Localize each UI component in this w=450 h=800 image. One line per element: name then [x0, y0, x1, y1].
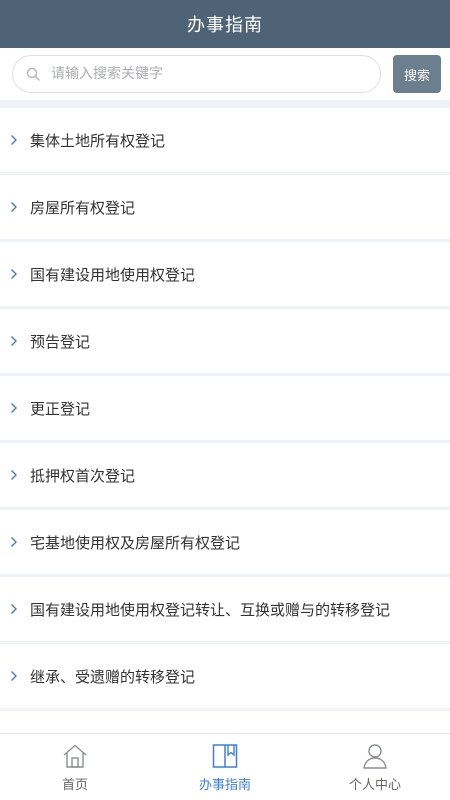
guide-list-item[interactable]: 预告登记 — [0, 309, 450, 373]
guide-item-label: 更正登记 — [30, 399, 91, 418]
tab-home[interactable]: 首页 — [0, 734, 150, 800]
home-icon — [63, 744, 87, 768]
page-title: 办事指南 — [187, 15, 263, 36]
guide-list: 集体土地所有权登记 房屋所有权登记 国有建设用地使用权登记 预告登记 更正登记 … — [0, 108, 450, 733]
tab-profile-label: 个人中心 — [348, 777, 401, 793]
guide-list-item[interactable] — [0, 711, 450, 733]
chevron-right-icon — [10, 334, 22, 348]
guide-list-item[interactable]: 更正登记 — [0, 376, 450, 440]
search-icon — [25, 66, 41, 82]
chevron-right-icon — [10, 535, 22, 549]
guide-item-label: 房屋所有权登记 — [30, 198, 136, 217]
tab-home-label: 首页 — [61, 777, 88, 793]
guide-item-label: 继承、受遗赠的转移登记 — [30, 667, 196, 686]
guide-list-item[interactable]: 国有建设用地使用权登记 — [0, 242, 450, 306]
chevron-right-icon — [10, 401, 22, 415]
search-bar: 搜索 — [0, 48, 450, 100]
guide-list-item[interactable]: 宅基地使用权及房屋所有权登记 — [0, 510, 450, 574]
guide-item-label: 国有建设用地使用权登记 — [30, 265, 196, 284]
chevron-right-icon — [10, 200, 22, 214]
guide-item-label: 集体土地所有权登记 — [30, 131, 166, 150]
guide-item-label: 国有建设用地使用权登记转让、互换或赠与的转移登记 — [30, 600, 391, 619]
tab-guide[interactable]: 办事指南 — [150, 734, 300, 800]
chevron-right-icon — [10, 133, 22, 147]
guide-list-item[interactable]: 继承、受遗赠的转移登记 — [0, 644, 450, 708]
guide-item-label: 抵押权首次登记 — [30, 466, 136, 485]
search-button[interactable]: 搜索 — [393, 55, 441, 93]
chevron-right-icon — [10, 468, 22, 482]
search-box[interactable] — [12, 55, 381, 93]
guide-list-item[interactable]: 国有建设用地使用权登记转让、互换或赠与的转移登记 — [0, 577, 450, 641]
search-input[interactable] — [51, 66, 368, 82]
chevron-right-icon — [10, 267, 22, 281]
user-icon — [363, 743, 387, 769]
guide-item-label: 预告登记 — [30, 332, 91, 351]
bottom-tab-bar: 首页 办事指南 个人中心 — [0, 733, 450, 800]
guide-list-item[interactable]: 房屋所有权登记 — [0, 175, 450, 239]
tab-profile[interactable]: 个人中心 — [300, 734, 450, 800]
chevron-right-icon — [10, 602, 22, 616]
guide-list-item[interactable]: 集体土地所有权登记 — [0, 108, 450, 172]
tab-guide-label: 办事指南 — [198, 777, 251, 793]
app-header: 办事指南 — [0, 0, 450, 48]
guide-item-label: 宅基地使用权及房屋所有权登记 — [30, 533, 241, 552]
guide-book-icon — [212, 743, 238, 768]
chevron-right-icon — [10, 669, 22, 683]
guide-list-item[interactable]: 抵押权首次登记 — [0, 443, 450, 507]
